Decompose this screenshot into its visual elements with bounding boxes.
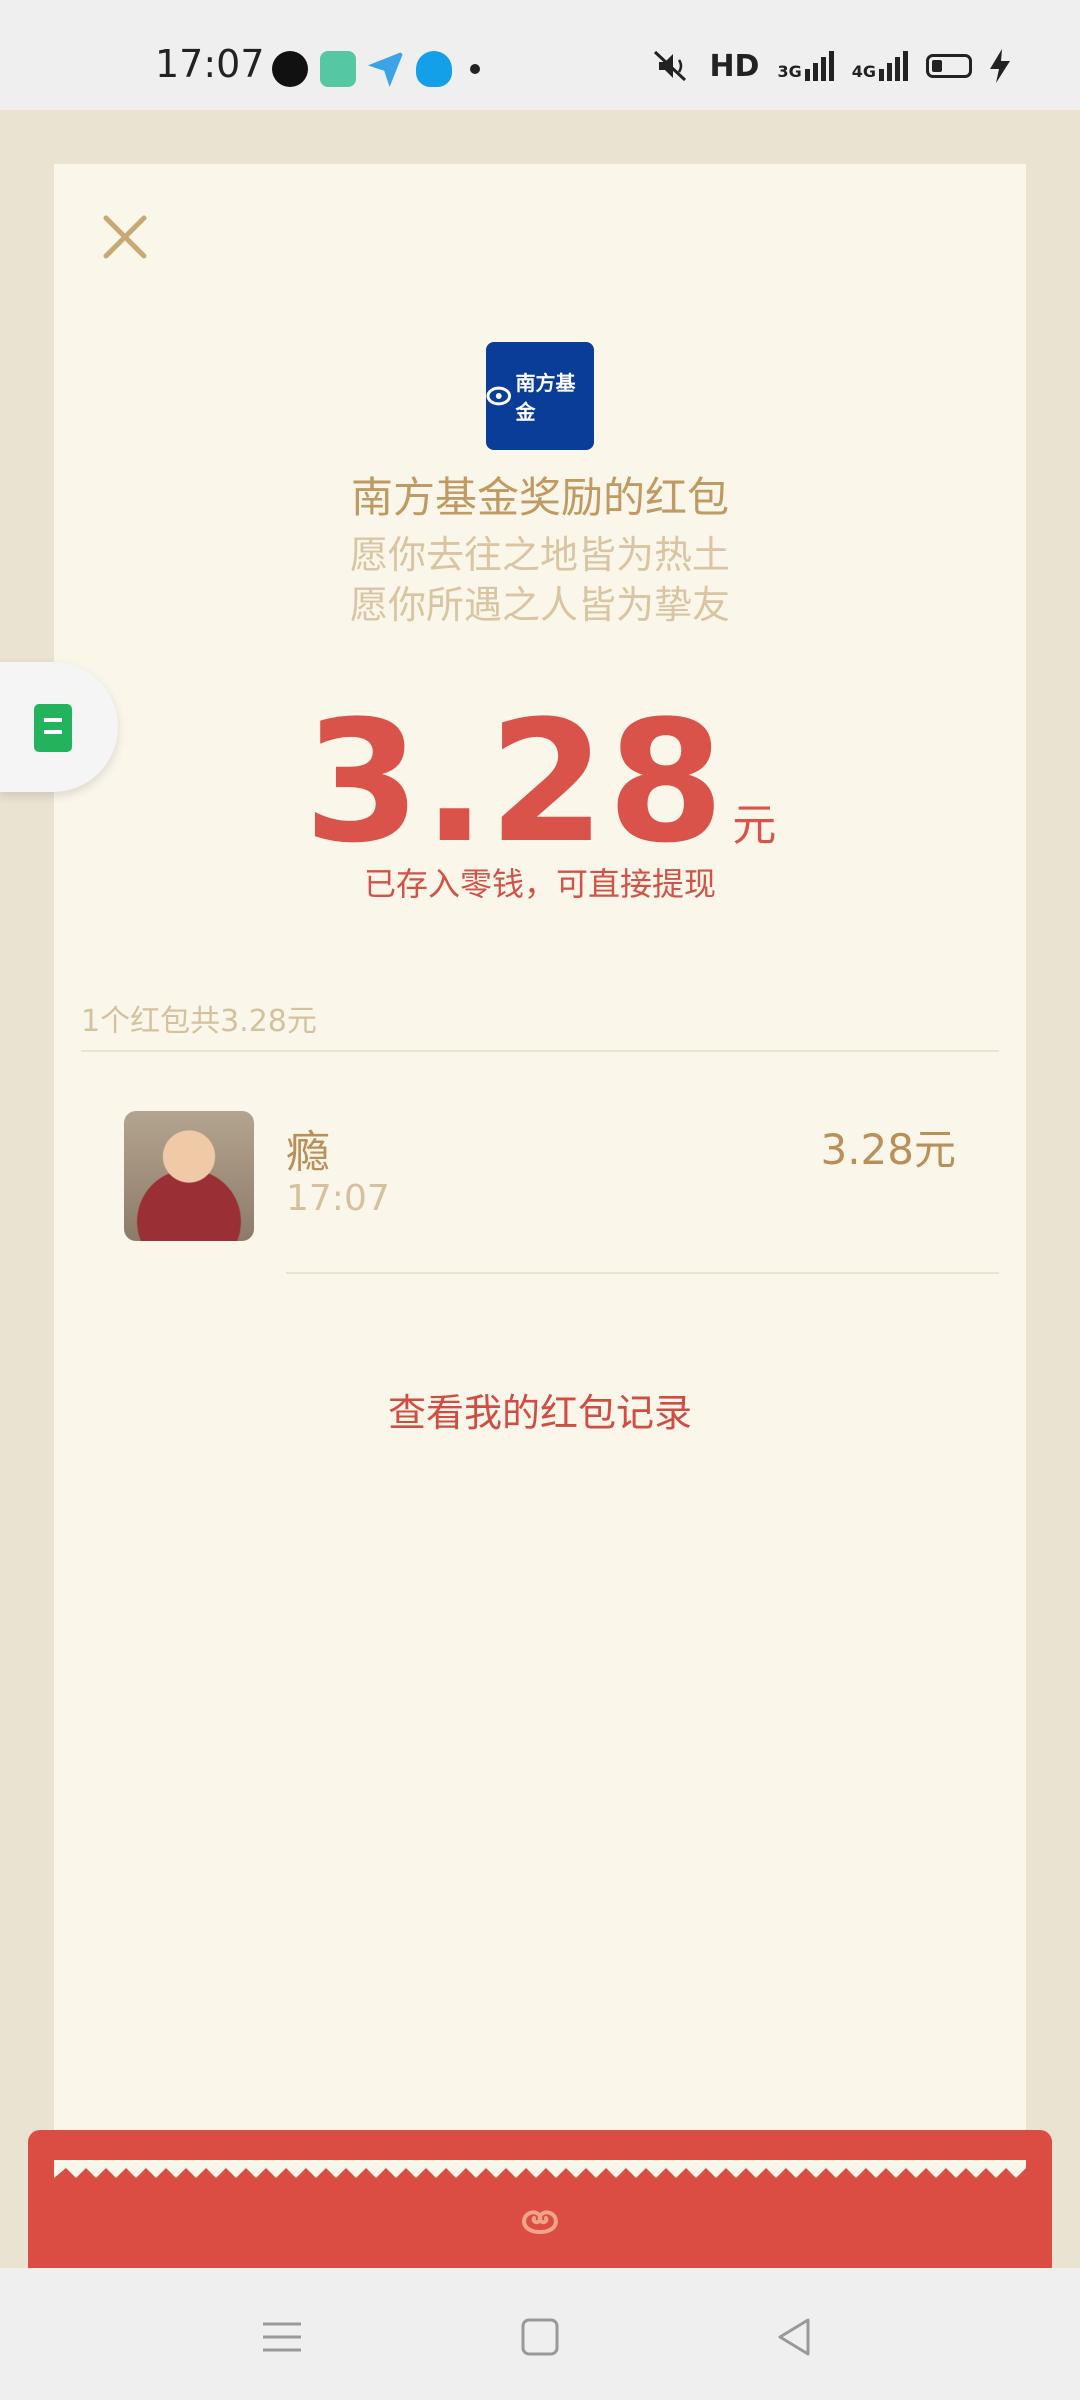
more-notifications-dot bbox=[470, 64, 480, 74]
document-icon bbox=[34, 704, 72, 752]
amount-value: 3.28 bbox=[303, 684, 727, 880]
mute-icon bbox=[654, 50, 687, 82]
qq-icon bbox=[416, 51, 452, 87]
close-icon[interactable] bbox=[90, 202, 160, 272]
packet-title: 南方基金奖励的红包 bbox=[350, 473, 729, 522]
amount-unit: 元 bbox=[732, 800, 777, 851]
amount-display: 3.28 元 bbox=[54, 684, 1026, 880]
record-divider bbox=[286, 1272, 999, 1274]
stored-note[interactable]: 已存入零钱，可直接提现 bbox=[54, 859, 1026, 905]
swirl-logo-icon bbox=[486, 386, 512, 406]
blessing-line-1: 愿你去往之地皆为热土 bbox=[349, 533, 730, 577]
battery-icon bbox=[926, 54, 972, 78]
status-indicators: HD 3G 4G bbox=[649, 48, 1010, 84]
back-icon[interactable] bbox=[770, 2312, 820, 2362]
home-icon[interactable] bbox=[515, 2312, 565, 2362]
charging-icon bbox=[990, 49, 1010, 83]
browser-icon bbox=[272, 51, 308, 87]
system-nav-bar bbox=[0, 2268, 1080, 2400]
envelope-emblem-icon bbox=[522, 2210, 558, 2234]
status-bar: 17:07 HD 3G 4G bbox=[0, 0, 1080, 110]
app-icon bbox=[320, 51, 356, 87]
sender-logo: 南方基金 bbox=[486, 342, 594, 450]
menu-icon[interactable] bbox=[257, 2312, 307, 2362]
avatar[interactable] bbox=[124, 1111, 254, 1241]
hd-label: HD bbox=[709, 48, 760, 84]
signal-4g: 4G bbox=[852, 51, 908, 81]
notification-icons bbox=[272, 50, 480, 88]
signal-3g: 3G bbox=[777, 51, 834, 81]
summary-divider bbox=[81, 1050, 999, 1052]
packet-summary: 1个红包共3.28元 bbox=[81, 1004, 317, 1039]
logo-text: 南方基金 bbox=[515, 371, 576, 424]
send-icon bbox=[368, 51, 404, 87]
receive-amount: 3.28元 bbox=[820, 1125, 956, 1174]
receive-time: 17:07 bbox=[286, 1178, 390, 1219]
receiver-name: 瘾 bbox=[286, 1127, 330, 1178]
red-packet-detail-card: 南方基金 南方基金奖励的红包 愿你去往之地皆为热土 愿你所遇之人皆为挚友 3.2… bbox=[54, 164, 1026, 2164]
zigzag-edge bbox=[54, 2160, 1026, 2178]
status-time: 17:07 bbox=[155, 42, 265, 86]
blessing-line-2: 愿你所遇之人皆为挚友 bbox=[349, 583, 730, 627]
view-history-link[interactable]: 查看我的红包记录 bbox=[54, 1382, 1026, 1437]
